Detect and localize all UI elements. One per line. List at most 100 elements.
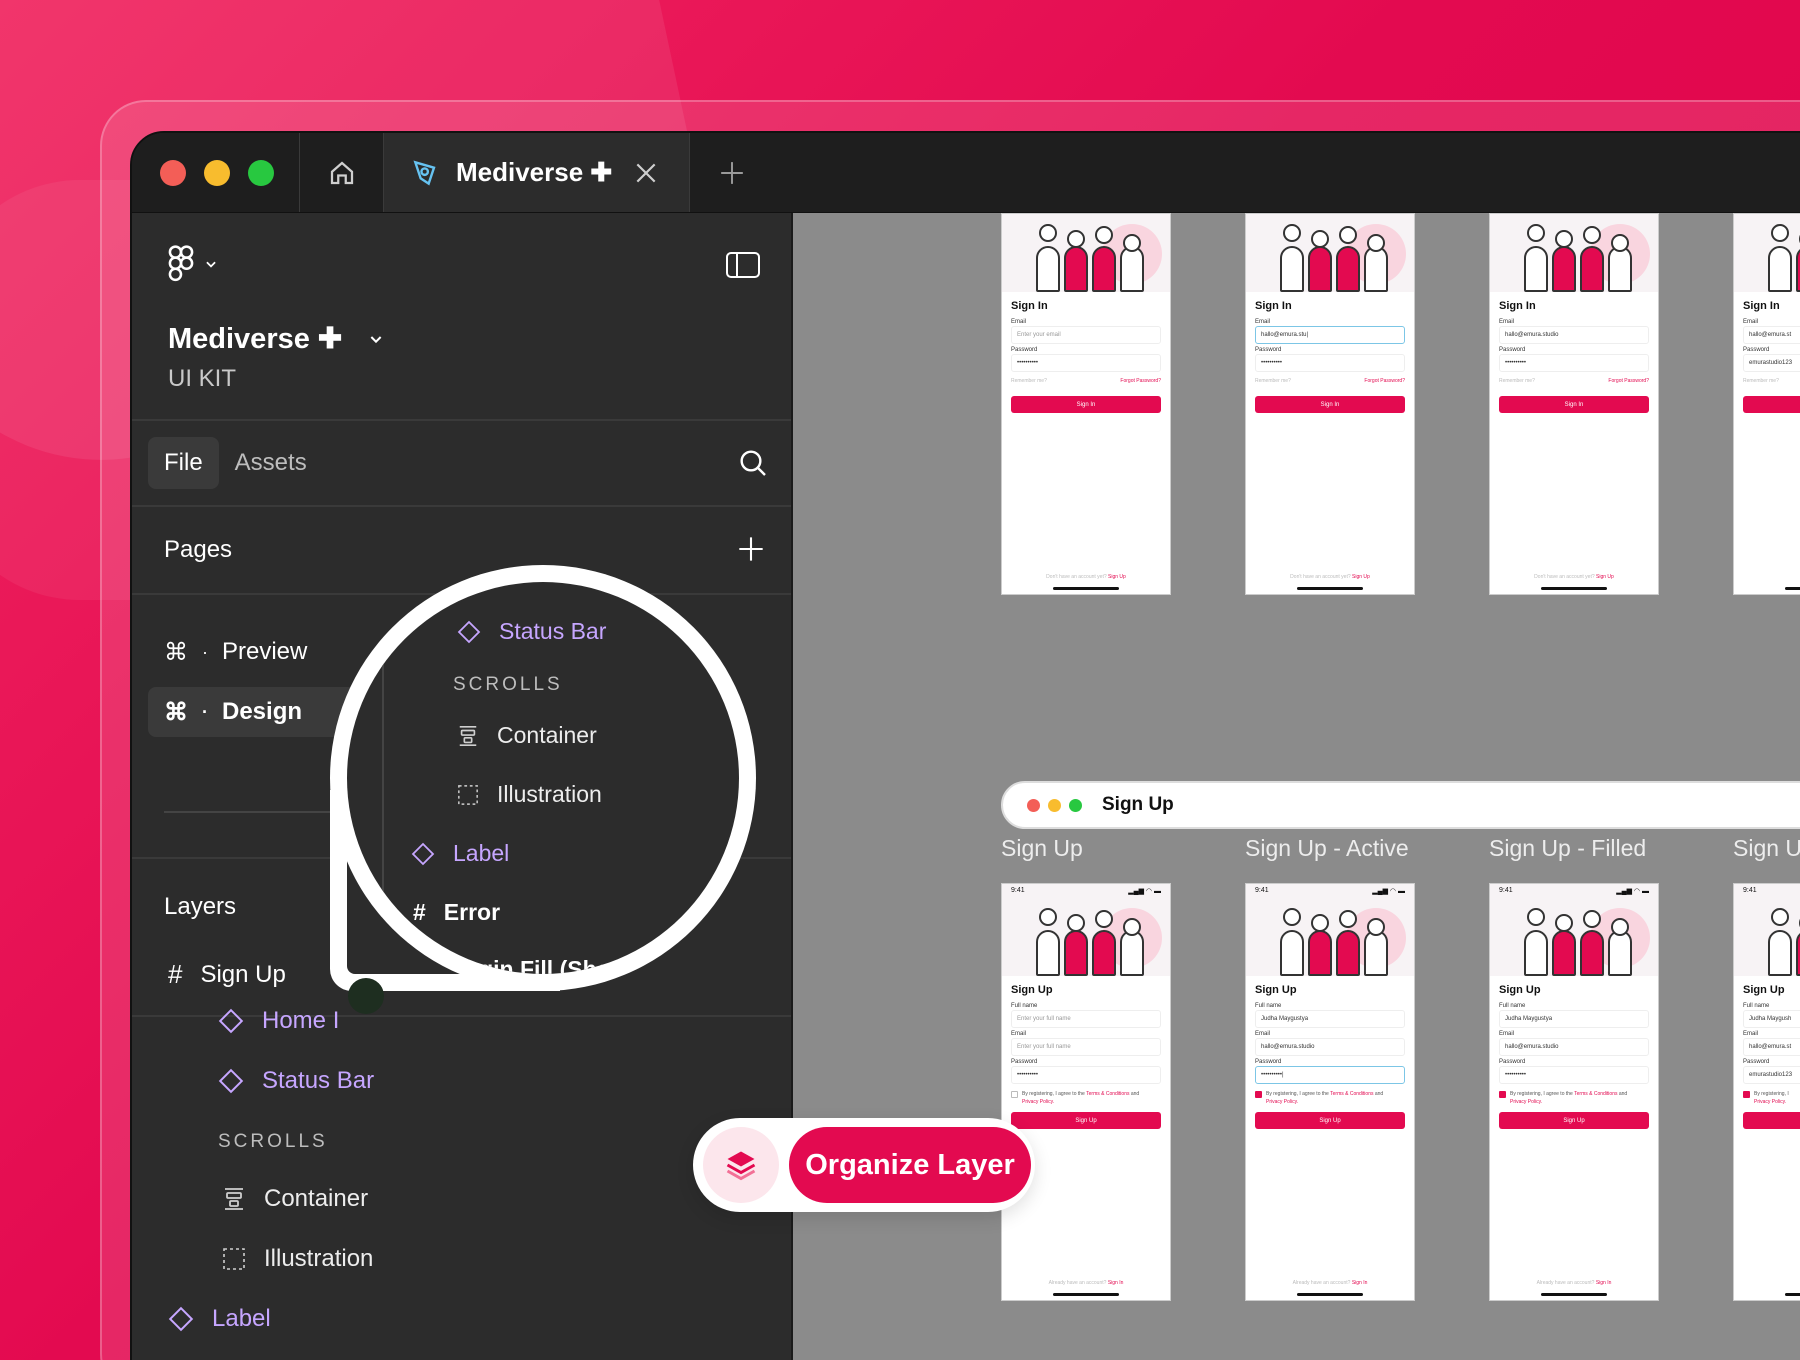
terms-a: By registering, I agree to the: [1266, 1091, 1329, 1097]
layer-illustration[interactable]: Illustration: [457, 781, 602, 808]
field-label: Password: [1743, 347, 1770, 353]
terms-link: Terms & Conditions: [1574, 1091, 1618, 1097]
component-icon: [168, 1306, 194, 1332]
illustration-head: [1367, 918, 1385, 936]
field-label: Full name: [1255, 1003, 1282, 1009]
layer-label: Status Bar: [262, 1067, 375, 1094]
file-tab[interactable]: Mediverse ✚: [384, 133, 690, 212]
component-icon: [218, 1068, 244, 1094]
layer-home-indicator[interactable]: Home I: [218, 1007, 339, 1035]
tab-title: Mediverse ✚: [456, 157, 613, 187]
sign-in-frame[interactable]: Sign In Email Enter your email Password ••••…: [1001, 213, 1171, 595]
new-tab-button[interactable]: [690, 133, 774, 212]
sign-up-button: Sign Up: [1255, 1112, 1405, 1129]
sign-in-frame[interactable]: Sign In Email hallo@emura.st Password emuras…: [1733, 213, 1800, 595]
footer-text: Already have an account? Sign In: [1490, 1280, 1658, 1286]
organize-layer-badge[interactable]: Organize Layer: [693, 1118, 1035, 1212]
layer-frame-login-fill[interactable]: Login Fill (Show: [451, 956, 629, 974]
full-name-field: Judha Maygush: [1743, 1010, 1800, 1028]
terms-b: and: [1618, 1091, 1628, 1097]
terms-text: By registering, I agree to the Terms & C…: [1002, 1084, 1170, 1106]
layer-status-bar[interactable]: Status Bar: [218, 1067, 374, 1095]
sign-in-frame[interactable]: Sign In Email hallo@emura.studio Password ••…: [1489, 213, 1659, 595]
layer-frame-sign-up[interactable]: # Sign Up: [168, 959, 286, 990]
illustration-head: [1367, 234, 1385, 252]
remember-row: Remember me? Forgot Password?: [1002, 372, 1170, 390]
layer-illustration[interactable]: Illustration: [222, 1245, 373, 1273]
screen-title: Sign Up: [1743, 984, 1785, 996]
illustration-figure: [1552, 930, 1576, 976]
footer-label: Don't have an account yet?: [1534, 574, 1595, 580]
illustration-figure: [1092, 246, 1116, 292]
layers-stack-icon-badge: [703, 1127, 779, 1203]
screen-title: Sign In: [1499, 300, 1536, 312]
project-name: Mediverse ✚: [168, 323, 343, 355]
illustration-head: [1039, 908, 1057, 926]
layer-label: Container: [264, 1185, 369, 1212]
illustration-head: [1067, 914, 1085, 932]
password-field: ••••••••••: [1011, 1066, 1161, 1084]
illustration-head: [1339, 226, 1357, 244]
sign-up-frame[interactable]: 9:41 ▂▄▆ ◠ ▬ Sign Up Full name Enter your fu…: [1001, 883, 1171, 1301]
illustration-figure: [1280, 930, 1304, 976]
home-indicator: [1297, 1293, 1363, 1296]
layers-magnifier: Status Bar SCROLLS Container Illustratio…: [330, 565, 756, 991]
layer-container[interactable]: Container: [457, 722, 597, 749]
status-bar: 9:41▂▄▆ ◠ ▬: [1734, 884, 1800, 898]
layer-frame-error[interactable]: # Error: [413, 899, 500, 926]
layer-label-component[interactable]: Label: [168, 1305, 271, 1333]
frame-label[interactable]: Sign Up - Active: [1245, 835, 1409, 862]
footer-link: Sign In: [1107, 1280, 1124, 1286]
password-field: ••••••••••: [1255, 354, 1405, 372]
main-menu-button[interactable]: [168, 245, 218, 283]
layer-label: Container: [497, 722, 597, 748]
remember-label: Remember me?: [1743, 378, 1779, 384]
privacy-link: Privacy Policy.: [1022, 1099, 1055, 1105]
email-field: hallo@emura.st: [1743, 326, 1800, 344]
footer-label: Already have an account?: [1292, 1280, 1351, 1286]
add-page-button[interactable]: [737, 535, 765, 568]
illustration-head: [1095, 910, 1113, 928]
illustration-figure: [1120, 930, 1144, 976]
field-label: Full name: [1011, 1003, 1038, 1009]
illustration-head: [1771, 908, 1789, 926]
sign-in-frame[interactable]: Sign In Email hallo@emura.stu| Password ••••…: [1245, 213, 1415, 595]
close-tab-button[interactable]: [633, 160, 659, 186]
illustration-head: [1283, 908, 1301, 926]
frame-label[interactable]: Sign U: [1733, 835, 1800, 862]
field-label: Email: [1255, 1031, 1271, 1037]
home-icon: [330, 161, 353, 184]
tab-file[interactable]: File: [148, 437, 219, 489]
organize-layer-button[interactable]: Organize Layer: [789, 1127, 1031, 1203]
terms-b: and: [1130, 1091, 1140, 1097]
component-icon: [457, 620, 481, 643]
sign-up-frame[interactable]: 9:41 ▂▄▆ ◠ ▬ Sign Up Full name Judha Maygust…: [1489, 883, 1659, 1301]
layer-status-bar[interactable]: Status Bar: [457, 618, 606, 645]
remember-label: Remember me?: [1011, 378, 1047, 384]
layer-label-component[interactable]: Label: [411, 840, 509, 867]
sign-up-frame[interactable]: 9:41▂▄▆ ◠ ▬ Sign Up Full nameJudha Maygush…: [1733, 883, 1800, 1301]
illustration-head: [1067, 230, 1085, 248]
close-window-button[interactable]: [160, 159, 186, 186]
sign-up-frame[interactable]: 9:41 ▂▄▆ ◠ ▬ Sign Up Full name Judha Maygust…: [1245, 883, 1415, 1301]
illustration: [1734, 214, 1800, 292]
zoom-window-button[interactable]: [248, 159, 274, 186]
section-label: SCROLLS: [453, 674, 563, 695]
minimize-window-button[interactable]: [204, 159, 230, 186]
terms-checkbox: [1011, 1091, 1018, 1098]
layer-label: Illustration: [497, 781, 602, 807]
frame-label[interactable]: Sign Up: [1001, 835, 1083, 862]
toggle-sidebar-button[interactable]: [725, 251, 761, 284]
shortcut-icon: ⌘: [164, 638, 188, 666]
project-name-dropdown[interactable]: Mediverse ✚: [168, 321, 384, 356]
illustration-head: [1527, 224, 1545, 242]
search-button[interactable]: [737, 447, 769, 484]
tab-assets[interactable]: Assets: [219, 437, 323, 489]
auto-layout-icon: [459, 725, 477, 746]
layer-container[interactable]: Container: [222, 1185, 368, 1213]
search-icon: [740, 450, 766, 476]
frame-label[interactable]: Sign Up - Filled: [1489, 835, 1646, 862]
home-tab[interactable]: [300, 133, 384, 212]
layer-label: Status Bar: [499, 618, 607, 644]
section-header-sign-up[interactable]: Sign Up: [1001, 781, 1800, 829]
